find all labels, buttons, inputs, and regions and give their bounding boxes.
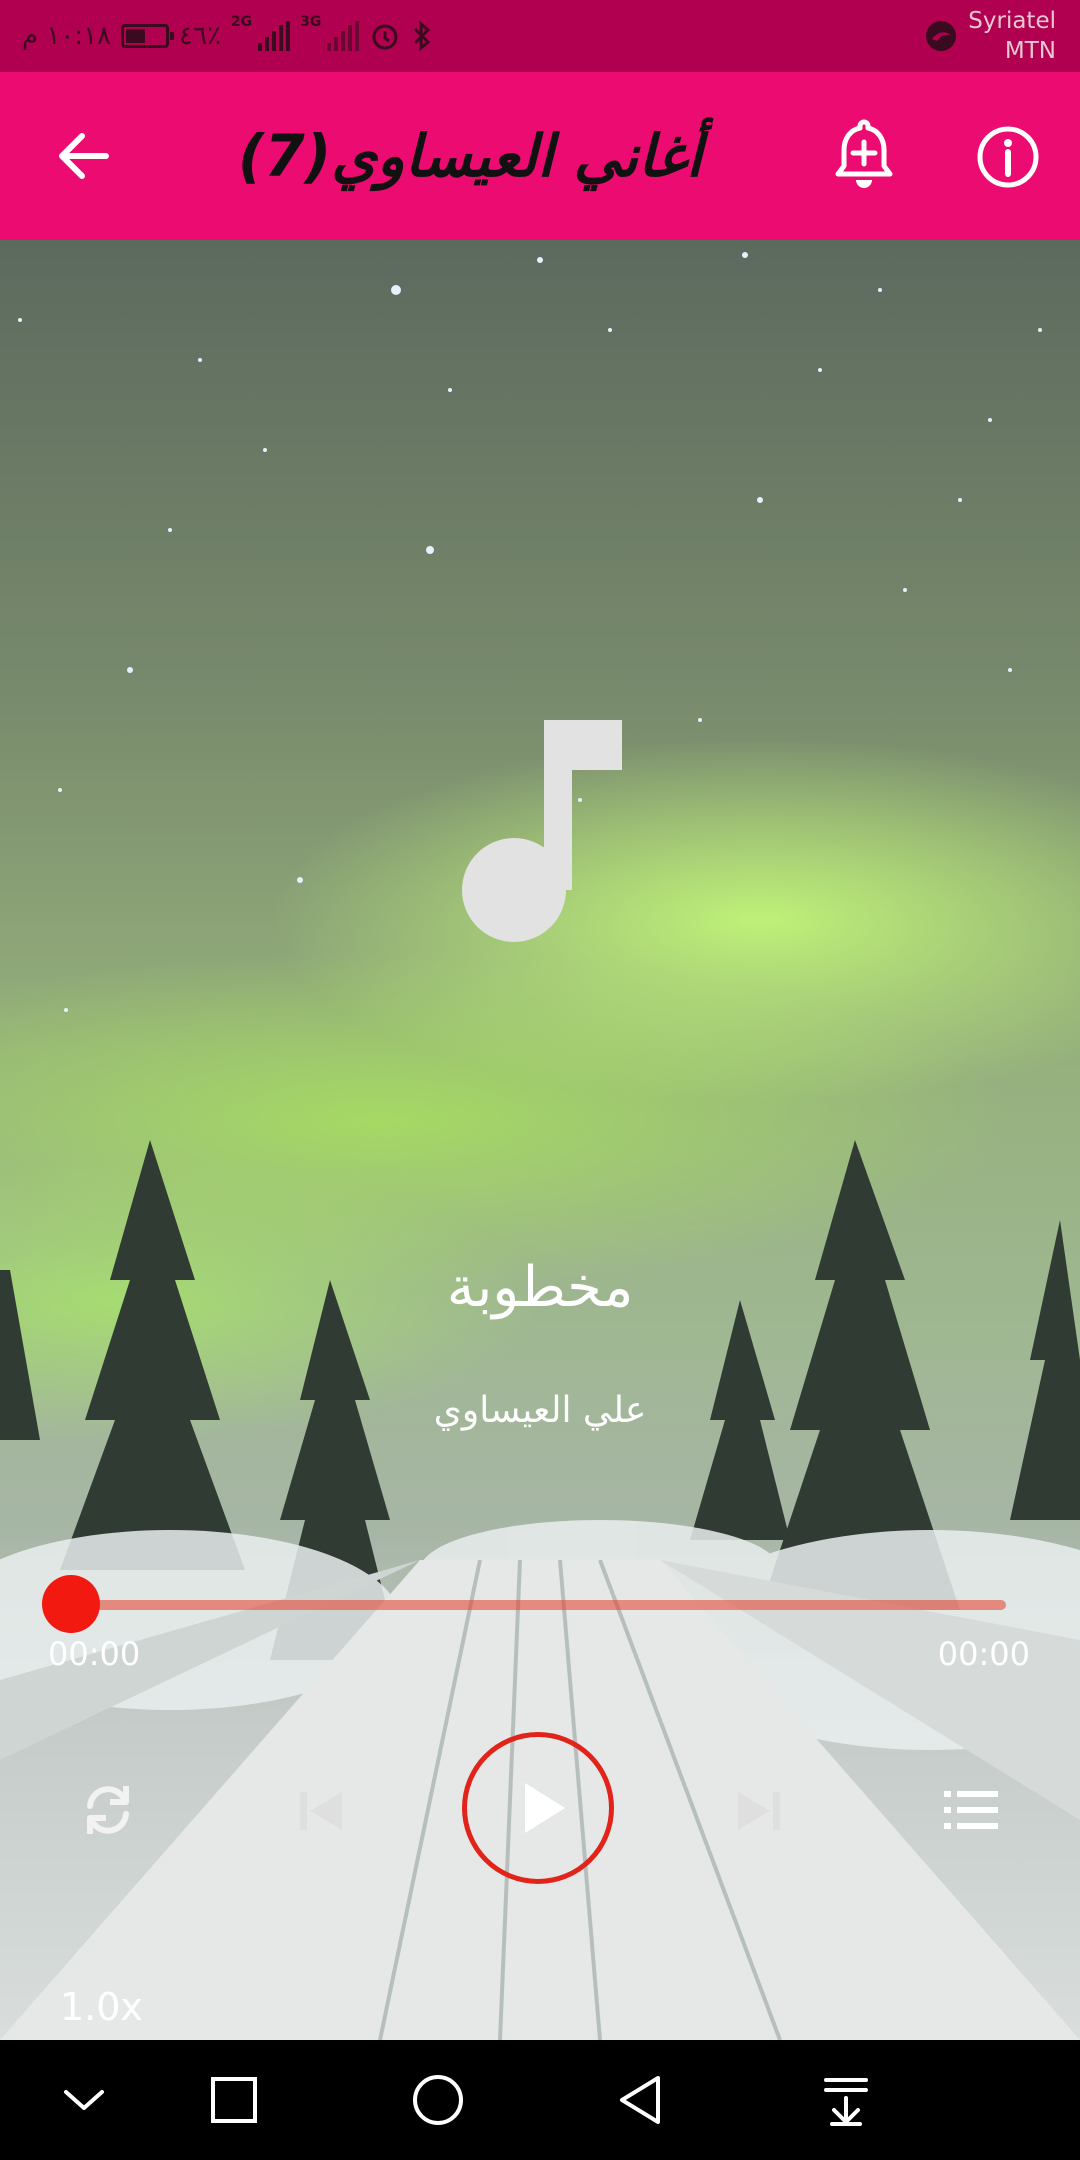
status-right: Syriatel MTN <box>924 6 1056 66</box>
music-note-icon <box>462 720 622 942</box>
carrier-logo-icon <box>926 21 957 51</box>
recents-square-icon[interactable] <box>204 2070 264 2130</box>
song-artist: علي العيساوي <box>433 1390 647 1431</box>
status-left: ١٠:١٨ م ٤٦٪ 2G 3G <box>22 14 433 58</box>
info-icon[interactable] <box>975 124 1041 190</box>
signal-icon <box>327 21 360 51</box>
total-duration: 00:00 <box>937 1635 1030 1673</box>
back-triangle-icon[interactable] <box>612 2070 672 2130</box>
carrier-name: Syriatel MTN <box>968 6 1056 66</box>
song-title: مخطوبة <box>446 1255 634 1320</box>
next-icon[interactable] <box>736 1790 782 1832</box>
notification-pull-icon[interactable] <box>816 2070 876 2130</box>
network-3g: 3G <box>300 14 322 30</box>
player-area: مخطوبة علي العيساوي 00:00 00:00 1.0x <box>0 240 1080 2040</box>
previous-icon[interactable] <box>298 1790 344 1832</box>
bluetooth-icon <box>414 20 431 52</box>
playlist-icon[interactable] <box>944 1788 998 1832</box>
add-alarm-icon[interactable] <box>832 116 896 196</box>
home-circle-icon[interactable] <box>408 2070 468 2130</box>
app-bar: أغاني العيساوي(7) <box>0 72 1080 240</box>
elapsed-time: 00:00 <box>48 1635 141 1673</box>
play-icon <box>525 1783 565 1833</box>
page-title: أغاني العيساوي(7) <box>237 122 703 190</box>
chevron-down-icon[interactable] <box>54 2070 114 2130</box>
status-bar: ١٠:١٨ م ٤٦٪ 2G 3G Syriatel MTN <box>0 0 1080 72</box>
seek-bar[interactable] <box>62 1600 1006 1610</box>
seek-thumb[interactable] <box>42 1575 100 1633</box>
battery-fill <box>126 29 146 43</box>
system-nav-bar <box>0 2040 1080 2160</box>
playback-speed[interactable]: 1.0x <box>60 1985 143 2029</box>
network-2g: 2G <box>230 14 253 30</box>
carrier-line-2: MTN <box>1004 38 1056 64</box>
alarm-clock-icon <box>372 24 398 50</box>
battery-icon <box>121 24 174 48</box>
repeat-icon[interactable] <box>80 1780 136 1840</box>
carrier-line-1: Syriatel <box>968 8 1056 34</box>
play-button[interactable] <box>462 1732 614 1884</box>
signal-icon <box>258 21 291 51</box>
arrow-back-icon[interactable] <box>52 124 116 188</box>
battery-percent: ٤٦٪ <box>179 21 221 51</box>
clock: ١٠:١٨ م <box>22 21 111 51</box>
